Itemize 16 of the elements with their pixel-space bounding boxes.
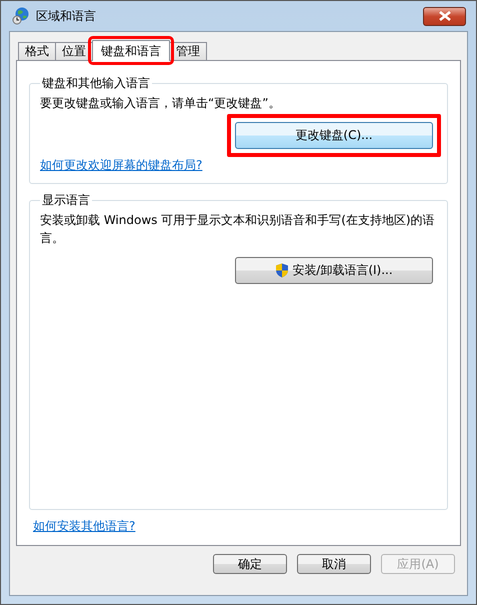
globe-icon (12, 7, 30, 25)
dialog-button[interactable]: 确定 (213, 554, 287, 574)
tab[interactable]: 格式 (18, 42, 56, 60)
dialog-button[interactable]: 取消 (297, 554, 371, 574)
group-title: 显示语言 (41, 192, 91, 210)
close-button[interactable] (423, 6, 466, 26)
close-icon (438, 11, 452, 21)
group-title: 键盘和其他输入语言 (41, 75, 151, 92)
description-text: 要更改键盘或输入语言，请单击“更改键盘”。 (40, 95, 282, 112)
help-link[interactable]: 如何安装其他语言? (33, 518, 136, 535)
install-language-button[interactable]: 安装/卸载语言(I)... (235, 257, 433, 284)
window-title: 区域和语言 (36, 8, 96, 24)
change-keyboard-button[interactable]: 更改键盘(C)... (235, 122, 433, 149)
shield-icon (275, 263, 290, 278)
description-text: 安装或卸载 Windows 可用于显示文本和识别语音和手写(在支持地区)的语言。 (40, 212, 435, 248)
help-link[interactable]: 如何更改欢迎屏幕的键盘布局? (40, 157, 202, 174)
